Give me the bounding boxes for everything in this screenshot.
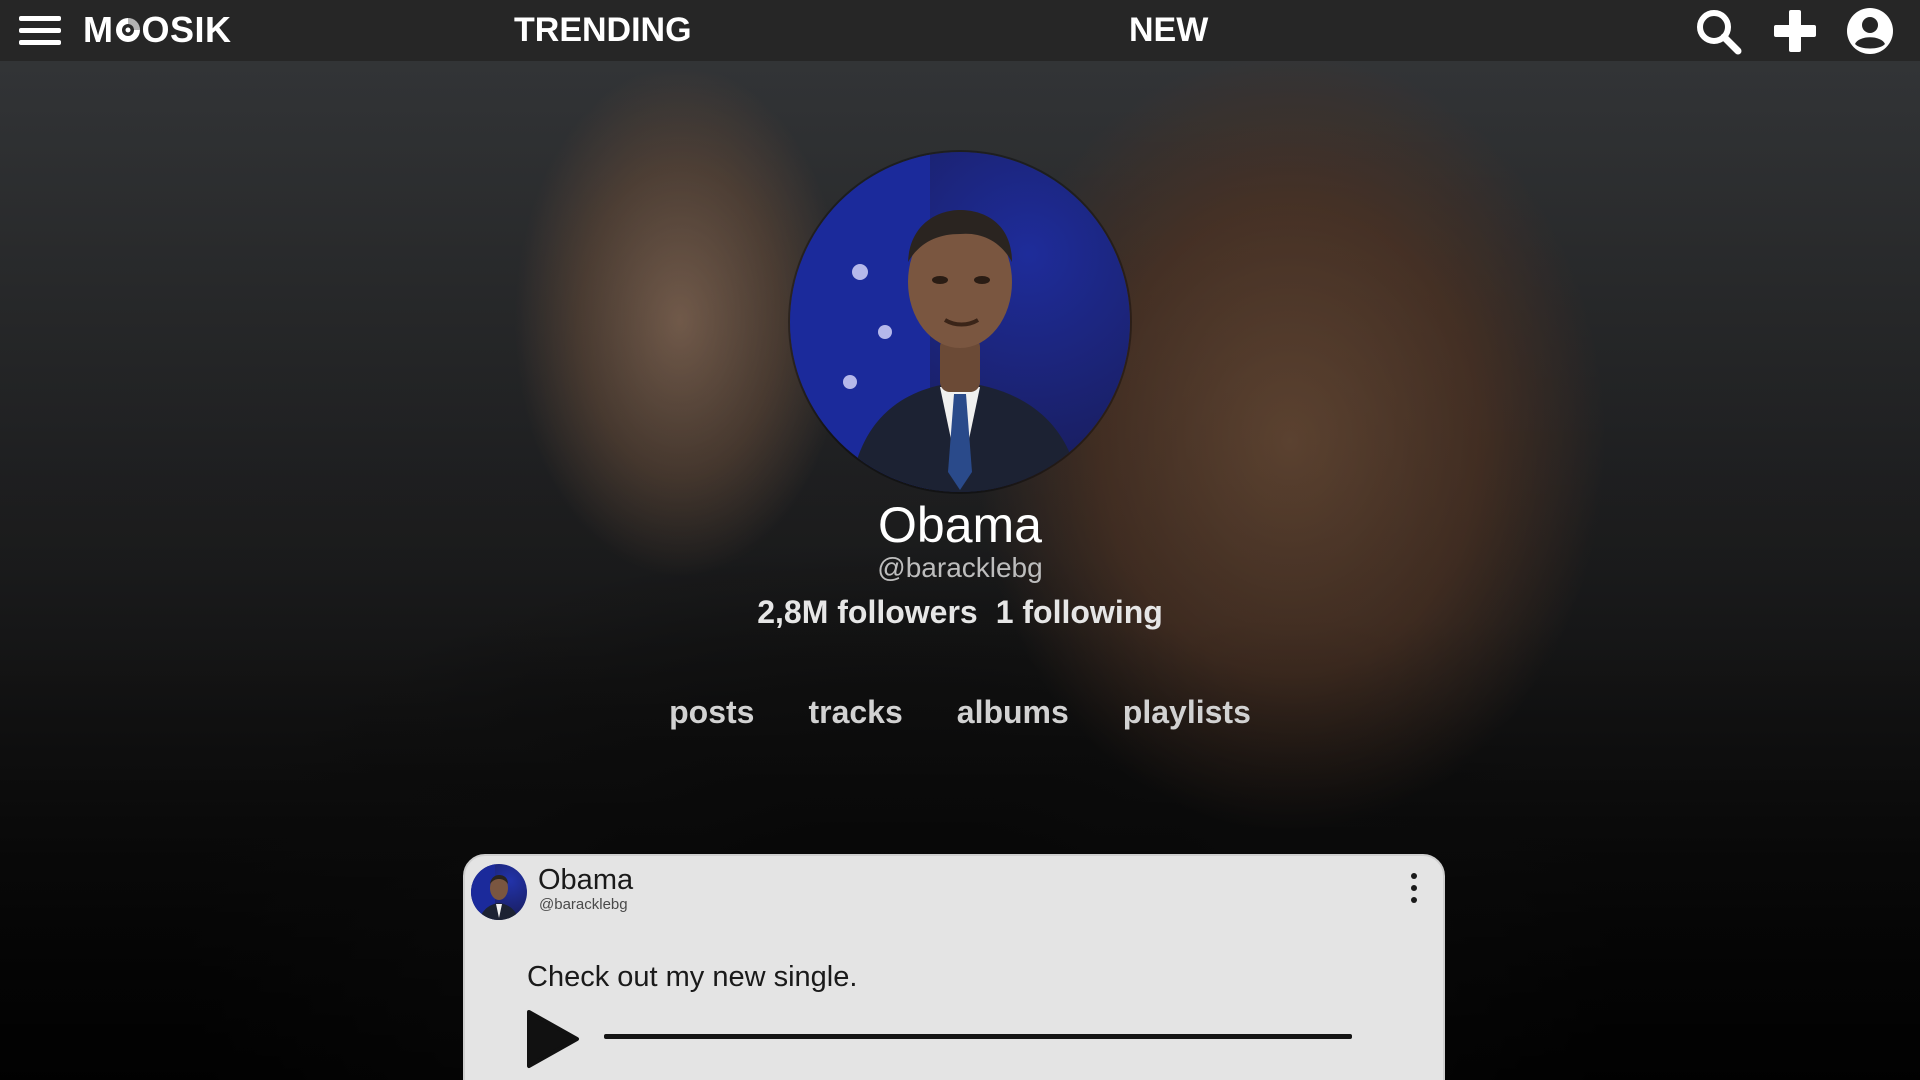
search-icon[interactable] bbox=[1693, 6, 1743, 56]
tab-tracks[interactable]: tracks bbox=[808, 690, 902, 734]
tab-albums[interactable]: albums bbox=[957, 690, 1069, 734]
top-navigation-bar: M OSIK TRENDING NEW bbox=[0, 0, 1920, 61]
profile-handle: @baracklebg bbox=[877, 552, 1043, 583]
profile-name: Obama bbox=[878, 497, 1042, 553]
profile-avatar[interactable] bbox=[790, 152, 1130, 492]
author-photo bbox=[471, 864, 519, 920]
tab-posts[interactable]: posts bbox=[669, 690, 754, 734]
post-author-handle: @baracklebg bbox=[539, 896, 628, 913]
more-options-icon[interactable] bbox=[1407, 870, 1421, 906]
account-icon[interactable] bbox=[1845, 6, 1895, 56]
followers-count[interactable]: 2,8M followers bbox=[757, 594, 978, 630]
logo-text-end: OSIK bbox=[141, 9, 232, 50]
menu-icon[interactable] bbox=[19, 16, 61, 46]
tab-playlists[interactable]: playlists bbox=[1123, 690, 1251, 734]
post-card: Obama @baracklebg Check out my new singl… bbox=[463, 854, 1445, 1080]
post-author-name[interactable]: Obama bbox=[538, 864, 633, 896]
nav-new-link[interactable]: NEW bbox=[1129, 10, 1208, 50]
profile-tabs: posts tracks albums playlists bbox=[0, 690, 1920, 734]
profile-stats: 2,8M followers 1 following bbox=[0, 592, 1920, 632]
post-author-avatar[interactable] bbox=[471, 864, 527, 920]
play-icon[interactable] bbox=[525, 1008, 581, 1070]
profile-photo bbox=[790, 152, 1080, 492]
logo-text-start: M bbox=[83, 9, 114, 50]
profile-page: M OSIK TRENDING NEW Obama @baracklebg 2,… bbox=[0, 0, 1920, 1080]
app-logo[interactable]: M OSIK bbox=[83, 10, 232, 50]
post-text: Check out my new single. bbox=[527, 961, 858, 993]
nav-trending-link[interactable]: TRENDING bbox=[514, 10, 692, 50]
following-count[interactable]: 1 following bbox=[996, 594, 1163, 630]
audio-progress-bar[interactable] bbox=[604, 1034, 1352, 1039]
add-icon[interactable] bbox=[1770, 6, 1820, 56]
vinyl-disc-icon bbox=[115, 18, 140, 42]
